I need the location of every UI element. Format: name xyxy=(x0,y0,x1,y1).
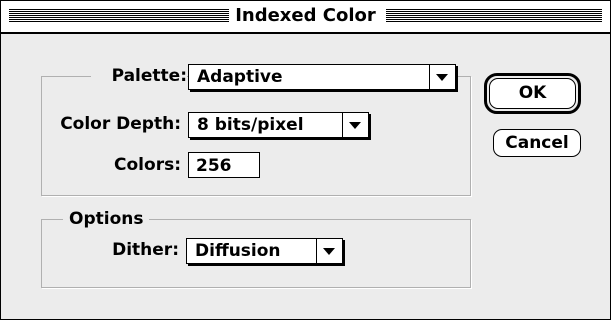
palette-label: Palette: xyxy=(91,63,187,89)
indexed-color-dialog: Indexed Color Palette: Adaptive Color De… xyxy=(0,0,611,320)
color-depth-popup-value: 8 bits/pixel xyxy=(197,115,304,135)
dither-popup[interactable]: Diffusion xyxy=(186,238,343,264)
dither-label: Dither: xyxy=(112,240,179,260)
palette-popup-value: Adaptive xyxy=(197,67,283,87)
cancel-button[interactable]: Cancel xyxy=(493,129,581,157)
triangle-down-icon xyxy=(342,113,368,137)
ok-button[interactable]: OK xyxy=(489,78,576,109)
triangle-down-icon xyxy=(316,239,342,263)
colors-label: Colors: xyxy=(114,155,181,175)
title-bar[interactable]: Indexed Color xyxy=(1,1,610,34)
colors-input[interactable]: 256 xyxy=(188,152,260,178)
color-depth-popup[interactable]: 8 bits/pixel xyxy=(188,112,369,138)
window-title: Indexed Color xyxy=(229,5,382,26)
options-legend: Options xyxy=(63,209,150,229)
palette-popup[interactable]: Adaptive xyxy=(188,64,456,90)
dither-popup-value: Diffusion xyxy=(195,241,281,261)
color-depth-label: Color Depth: xyxy=(60,114,181,134)
triangle-down-icon xyxy=(429,65,455,89)
